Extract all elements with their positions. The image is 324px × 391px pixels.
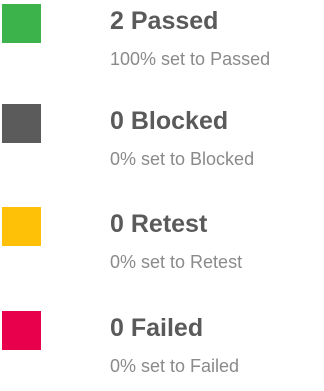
failed-count: 0 — [110, 314, 124, 342]
passed-color-swatch — [2, 4, 41, 43]
passed-count: 2 — [110, 7, 124, 35]
status-row-blocked: 0 Blocked 0% set to Blocked — [0, 104, 324, 184]
retest-label: Retest — [130, 210, 208, 238]
blocked-label: Blocked — [130, 107, 229, 135]
retest-count-heading: 0 Retest — [110, 209, 207, 239]
status-summary-list: 2 Passed 100% set to Passed 0 Blocked 0%… — [0, 0, 324, 389]
blocked-percent-text: 0% set to Blocked — [110, 149, 255, 169]
blocked-count-heading: 0 Blocked — [110, 106, 228, 136]
failed-color-swatch — [2, 311, 41, 350]
retest-color-swatch — [2, 207, 41, 246]
status-row-failed: 0 Failed 0% set to Failed — [0, 311, 324, 391]
status-row-retest: 0 Retest 0% set to Retest — [0, 207, 324, 287]
failed-count-heading: 0 Failed — [110, 313, 203, 343]
passed-count-heading: 2 Passed — [110, 6, 218, 36]
retest-count: 0 — [110, 210, 124, 238]
failed-label: Failed — [130, 314, 204, 342]
status-row-passed: 2 Passed 100% set to Passed — [0, 4, 324, 84]
blocked-count: 0 — [110, 107, 124, 135]
blocked-color-swatch — [2, 104, 41, 143]
retest-percent-text: 0% set to Retest — [110, 252, 243, 272]
failed-percent-text: 0% set to Failed — [110, 356, 240, 376]
passed-percent-text: 100% set to Passed — [110, 49, 271, 69]
passed-label: Passed — [130, 7, 219, 35]
